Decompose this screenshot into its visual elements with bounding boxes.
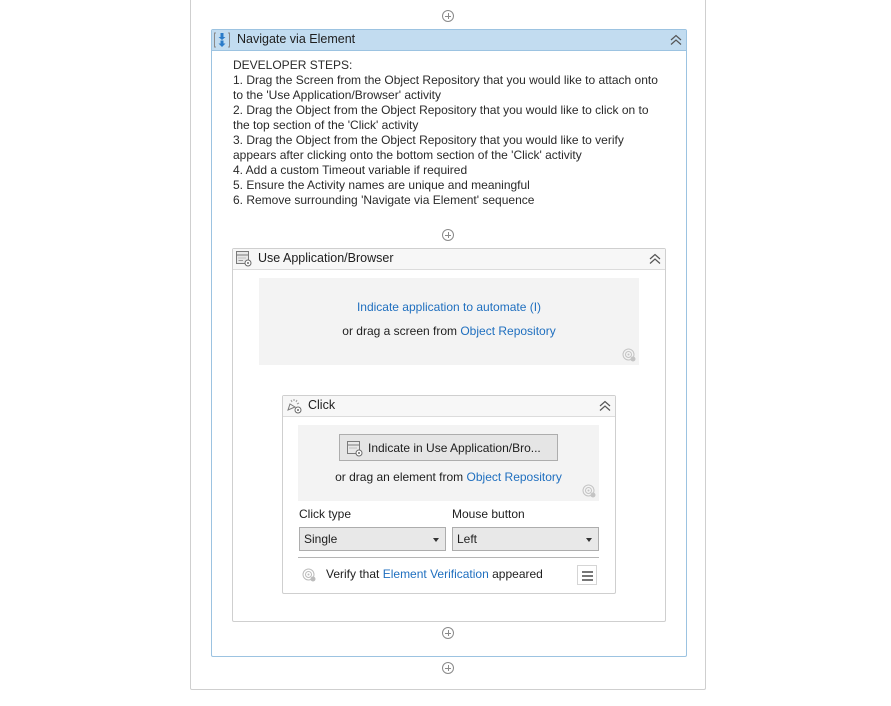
verify-options-menu-button[interactable] (577, 565, 597, 585)
object-repository-link[interactable]: Object Repository (460, 324, 555, 338)
application-window-icon (236, 251, 252, 267)
menu-icon-line (582, 575, 593, 577)
steps-line: the top section of the 'Click' activity (233, 118, 419, 132)
add-activity-button-inner-bottom[interactable] (442, 627, 454, 639)
steps-line: 5. Ensure the Activity names are unique … (233, 178, 530, 192)
click-type-select[interactable]: Single (299, 527, 446, 551)
add-activity-button-inner-top[interactable] (442, 229, 454, 241)
element-verification-link[interactable]: Element Verification (383, 567, 489, 581)
use-app-title: Use Application/Browser (258, 251, 394, 265)
screen-drop-zone[interactable]: Indicate application to automate (I) or … (259, 278, 639, 365)
divider (298, 557, 599, 558)
target-icon (582, 484, 596, 498)
click-type-label: Click type (299, 507, 352, 521)
verify-target-icon (302, 568, 316, 582)
indicate-application-link[interactable]: Indicate application to automate (I) (357, 300, 541, 314)
dropdown-arrow-icon (586, 538, 592, 542)
steps-line: 6. Remove surrounding 'Navigate via Elem… (233, 193, 535, 207)
steps-line: to the 'Use Application/Browser' activit… (233, 88, 442, 102)
indicate-in-use-app-button[interactable]: Indicate in Use Application/Bro... (339, 434, 558, 461)
mouse-button-select[interactable]: Left (452, 527, 599, 551)
add-activity-button-bottom[interactable] (442, 662, 454, 674)
verify-suffix: appeared (492, 567, 543, 581)
developer-steps-annotation: DEVELOPER STEPS: 1. Drag the Screen from… (233, 58, 673, 208)
drag-screen-text: or drag a screen from (342, 324, 457, 338)
drag-element-text: or drag an element from (335, 470, 464, 484)
sequence-header[interactable]: Navigate via Element (212, 30, 686, 51)
sequence-title: Navigate via Element (237, 32, 356, 46)
dropdown-arrow-icon (433, 538, 439, 542)
verify-element-row: Verify that Element Verification appeare… (326, 567, 543, 581)
add-activity-button-top[interactable] (442, 10, 454, 22)
menu-icon (582, 571, 593, 573)
steps-line: appears after clicking onto the bottom s… (233, 148, 582, 162)
application-window-icon (347, 441, 363, 457)
click-header[interactable]: Click (283, 396, 615, 417)
steps-line: DEVELOPER STEPS: (233, 58, 353, 72)
element-drop-zone[interactable]: Indicate in Use Application/Bro... or dr… (298, 425, 599, 501)
click-type-value: Single (304, 532, 338, 546)
collapse-click-icon[interactable] (598, 399, 612, 413)
steps-line: 3. Drag the Object from the Object Repos… (233, 133, 624, 147)
click-icon (287, 399, 302, 414)
click-activity[interactable]: Click Indicate in Use Application/Bro...… (282, 395, 616, 594)
click-title: Click (308, 398, 336, 412)
sequence-icon (214, 32, 230, 48)
mouse-button-value: Left (457, 532, 478, 546)
mouse-button-label: Mouse button (452, 507, 525, 521)
indicate-button-label: Indicate in Use Application/Bro... (368, 441, 541, 455)
steps-line: 4. Add a custom Timeout variable if requ… (233, 163, 468, 177)
use-app-header[interactable]: Use Application/Browser (233, 249, 665, 270)
collapse-use-app-icon[interactable] (648, 252, 662, 266)
steps-line: 1. Drag the Screen from the Object Repos… (233, 73, 658, 87)
collapse-sequence-icon[interactable] (669, 33, 683, 47)
menu-icon-line (582, 579, 593, 581)
verify-prefix: Verify that (326, 567, 380, 581)
object-repository-link[interactable]: Object Repository (467, 470, 562, 484)
target-icon (622, 348, 636, 362)
steps-line: 2. Drag the Object from the Object Repos… (233, 103, 649, 117)
